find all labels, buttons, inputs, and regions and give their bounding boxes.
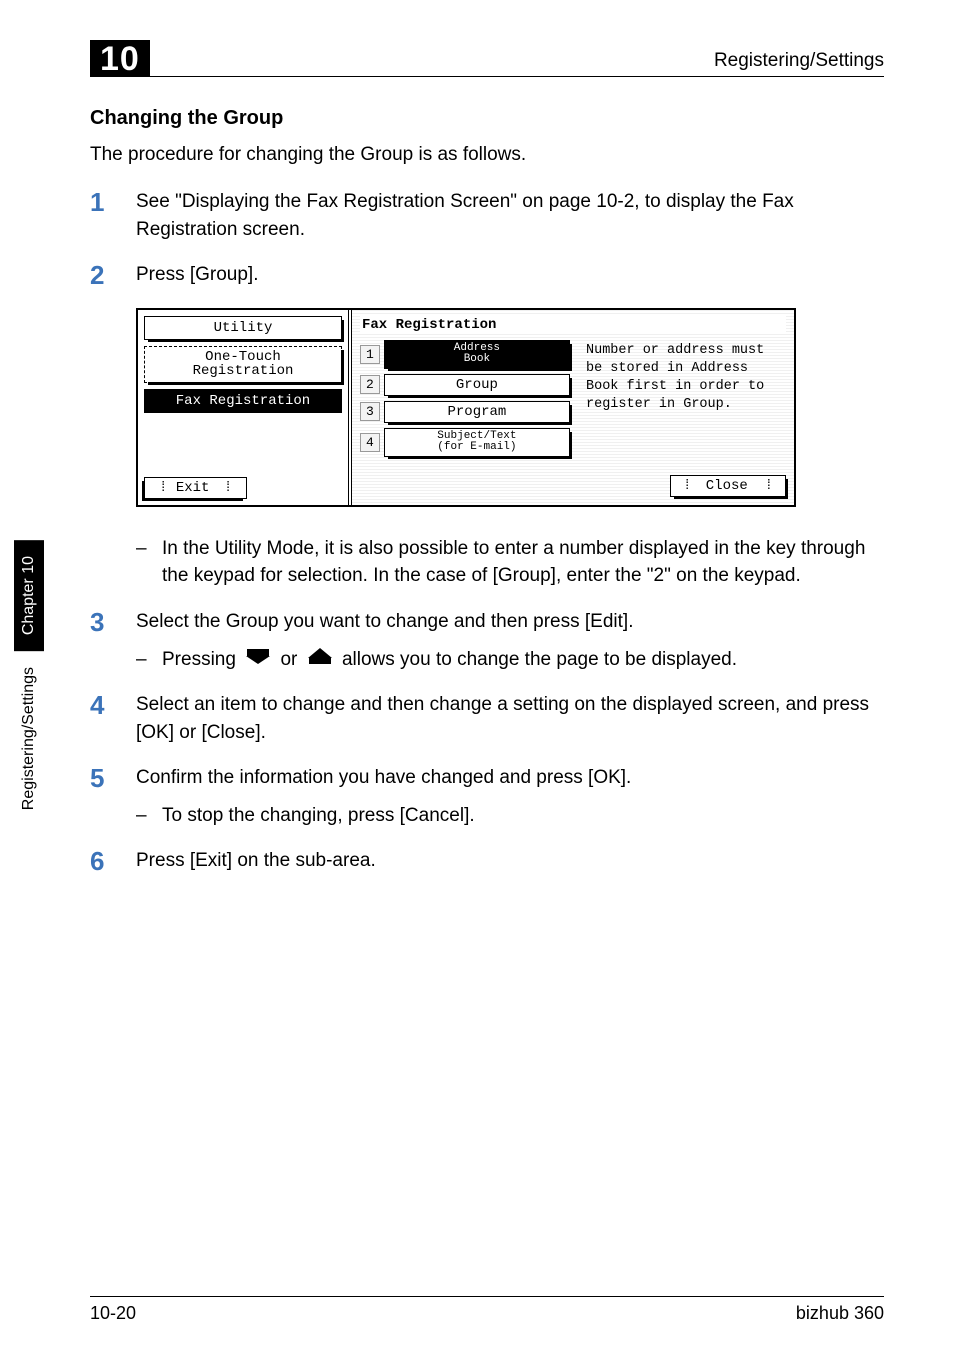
step-body: Select an item to change and then change…	[136, 691, 884, 746]
step-body: Press [Group].	[136, 261, 884, 290]
subject-text-button[interactable]: Subject/Text (for E-mail)	[384, 428, 570, 457]
step-3-sub-pre: Pressing	[162, 649, 241, 670]
option-number: 3	[360, 402, 380, 421]
section-intro: The procedure for changing the Group is …	[90, 144, 884, 166]
step-2-sub: – In the Utility Mode, it is also possib…	[90, 525, 884, 590]
fax-registration-label: Fax Registration	[176, 393, 310, 409]
subject-text-line1: Subject/Text	[437, 430, 516, 442]
fax-option-group: 2 Group	[360, 374, 570, 396]
page-header: 10 Registering/Settings	[90, 40, 884, 77]
step-number: 1	[90, 188, 136, 243]
step-5-text: Confirm the information you have changed…	[136, 767, 631, 788]
address-book-button[interactable]: Address Book	[384, 340, 570, 369]
fax-panel-title: Fax Registration	[360, 316, 786, 334]
step-3-sub-mid: or	[280, 649, 302, 670]
side-tab-chapter: Chapter 10	[14, 540, 44, 651]
side-tab-section: Registering/Settings	[18, 651, 40, 826]
step-5: 5 Confirm the information you have chang…	[90, 764, 884, 829]
bullet-dash: –	[136, 646, 162, 674]
footer-product: bizhub 360	[796, 1303, 884, 1324]
fax-registration-screenshot: Utility One-Touch Registration Fax Regis…	[136, 308, 884, 507]
option-number: 1	[360, 345, 380, 364]
header-section-title: Registering/Settings	[714, 50, 884, 72]
step-3-sub-post: allows you to change the page to be disp…	[342, 649, 737, 670]
close-bracket-left-icon: ⁞	[683, 478, 691, 494]
step-2: 2 Press [Group].	[90, 261, 884, 290]
group-label: Group	[456, 377, 498, 393]
step-3-sub: Pressing or allows you to change the pag…	[162, 646, 884, 674]
section-title: Changing the Group	[90, 107, 884, 130]
program-button[interactable]: Program	[384, 401, 570, 423]
step-number: 4	[90, 691, 136, 746]
option-number: 2	[360, 375, 380, 394]
fax-help-text: Number or address must be stored in Addr…	[580, 340, 786, 457]
fax-left-panel: Utility One-Touch Registration Fax Regis…	[138, 310, 352, 505]
step-3-text: Select the Group you want to change and …	[136, 611, 633, 632]
step-1: 1 See "Displaying the Fax Registration S…	[90, 188, 884, 243]
step-5-sub-text: To stop the changing, press [Cancel].	[162, 802, 884, 830]
close-bracket-right-icon: ⁞	[756, 478, 773, 494]
one-touch-line2: Registration	[193, 363, 294, 379]
step-6: 6 Press [Exit] on the sub-area.	[90, 847, 884, 876]
chapter-number-badge: 10	[90, 40, 150, 76]
footer-page-number: 10-20	[90, 1303, 136, 1324]
fax-option-program: 3 Program	[360, 401, 570, 423]
option-number: 4	[360, 433, 380, 452]
page-footer: 10-20 bizhub 360	[90, 1296, 884, 1324]
utility-label: Utility	[214, 320, 273, 336]
fax-option-address-book: 1 Address Book	[360, 340, 570, 369]
group-button[interactable]: Group	[384, 374, 570, 396]
step-number: 2	[90, 261, 136, 290]
exit-button[interactable]: ⁞ Exit ⁞	[144, 477, 247, 499]
step-body: Press [Exit] on the sub-area.	[136, 847, 884, 876]
step-3: 3 Select the Group you want to change an…	[90, 608, 884, 673]
bullet-dash: –	[136, 802, 162, 830]
fax-option-subject-text: 4 Subject/Text (for E-mail)	[360, 428, 570, 457]
step-number: 5	[90, 764, 136, 829]
one-touch-registration-button[interactable]: One-Touch Registration	[144, 346, 342, 383]
bullet-dash: –	[136, 535, 162, 590]
exit-label: Exit	[176, 480, 210, 496]
step-2-sub-text: In the Utility Mode, it is also possible…	[162, 535, 884, 590]
one-touch-line1: One-Touch	[205, 349, 281, 365]
one-touch-label: One-Touch Registration	[193, 350, 294, 379]
step-number: 6	[90, 847, 136, 876]
step-4: 4 Select an item to change and then chan…	[90, 691, 884, 746]
fax-registration-button[interactable]: Fax Registration	[144, 389, 342, 413]
fax-option-list: 1 Address Book 2	[360, 340, 570, 457]
fax-right-panel: Fax Registration 1 Address Book	[352, 310, 794, 505]
page-down-icon	[243, 646, 273, 674]
close-label: Close	[706, 478, 748, 494]
page-up-icon	[305, 646, 335, 674]
exit-bracket-right-icon: ⁞	[224, 480, 232, 496]
step-body: See "Displaying the Fax Registration Scr…	[136, 188, 884, 243]
subject-text-line2: (for E-mail)	[437, 441, 516, 453]
side-tab: Chapter 10 Registering/Settings	[12, 540, 46, 826]
close-button[interactable]: ⁞ Close ⁞	[670, 475, 786, 497]
address-book-line2: Book	[464, 353, 490, 365]
address-book-line1: Address	[454, 342, 500, 354]
program-label: Program	[448, 404, 507, 420]
step-number: 3	[90, 608, 136, 673]
utility-button[interactable]: Utility	[144, 316, 342, 340]
exit-bracket-left-icon: ⁞	[159, 480, 167, 496]
